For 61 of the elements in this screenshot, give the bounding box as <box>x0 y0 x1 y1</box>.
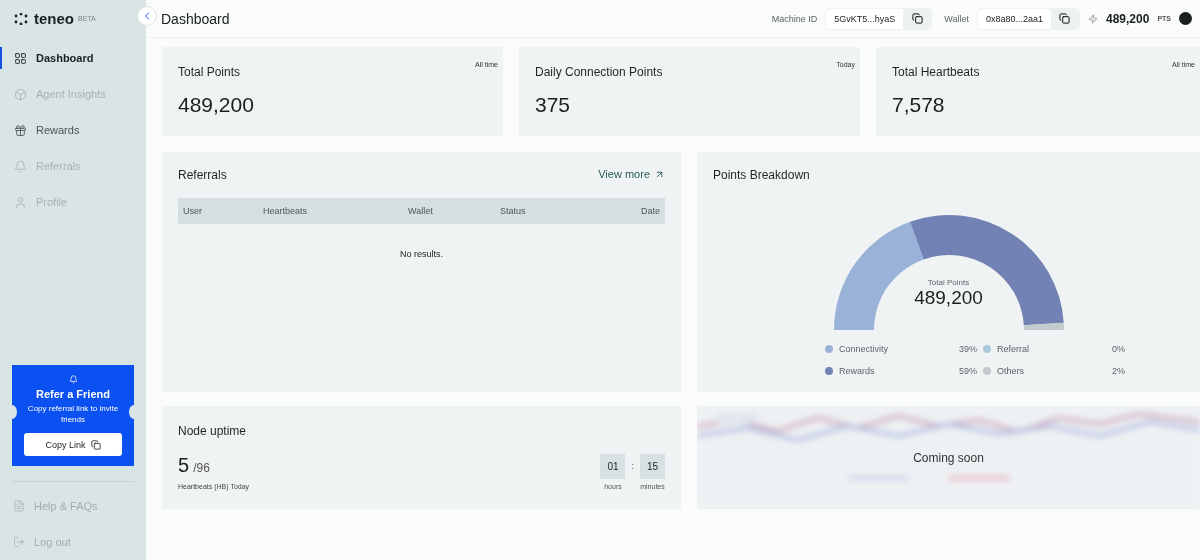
uptime-count: 5 <box>178 454 190 477</box>
view-more-link[interactable]: View more <box>598 168 665 180</box>
legend-percent: 2% <box>1112 366 1125 376</box>
legend-percent: 39% <box>959 344 977 354</box>
logout-icon <box>13 536 25 548</box>
brand-name: teneo <box>34 10 74 27</box>
copy-button[interactable] <box>1051 8 1079 29</box>
column-header: Heartbeats <box>263 206 309 216</box>
user-icon <box>14 195 27 209</box>
stat-title: Total Heartbeats <box>892 65 980 79</box>
copy-link-button[interactable]: Copy Link <box>24 433 122 456</box>
lightning-icon <box>1088 13 1098 24</box>
chart-center-value: 489,200 <box>914 287 983 309</box>
column-header: User <box>183 206 203 216</box>
document-icon <box>13 500 25 512</box>
legend-label: Connectivity <box>839 344 889 354</box>
page-title: Dashboard <box>161 10 231 27</box>
bell-icon <box>68 375 78 385</box>
nav-item[interactable]: Rewards <box>0 119 146 141</box>
column-header: Status <box>500 206 527 216</box>
stat-title: Total Points <box>178 65 241 79</box>
copy-icon <box>911 13 923 24</box>
uptime-total: /96 <box>193 461 210 475</box>
field-value: 0x8a80...2aa1 <box>984 13 1044 24</box>
bell-icon <box>14 159 27 173</box>
copy-icon <box>90 439 101 450</box>
field-label: Machine ID <box>771 13 818 24</box>
sidebar-link[interactable]: Help & FAQs <box>0 488 146 524</box>
logo-icon <box>14 12 30 25</box>
refer-title: Refer a Friend <box>36 388 110 401</box>
avatar[interactable] <box>1179 12 1192 25</box>
card-title: Referrals <box>178 168 227 182</box>
field-value: 5GvKT5...hyaS <box>833 13 897 24</box>
stat-value: 489,200 <box>178 93 255 117</box>
copy-icon <box>1059 13 1071 24</box>
cube-icon <box>14 87 27 101</box>
card-title: Node uptime <box>178 424 248 438</box>
points-total: 489,200 <box>1106 11 1150 26</box>
nav-item[interactable]: Dashboard <box>0 47 146 69</box>
stat-value: 7,578 <box>892 93 946 117</box>
field-label: Wallet <box>944 13 969 24</box>
grid-icon <box>14 51 27 65</box>
stat-title: Daily Connection Points <box>535 65 663 79</box>
chart-center-label: Total Points <box>927 278 970 287</box>
timer-separator: : <box>631 460 634 473</box>
legend-label: Others <box>997 366 1024 376</box>
empty-message: No results. <box>399 249 444 259</box>
legend-percent: 59% <box>959 366 977 376</box>
stat-value: 375 <box>535 93 572 117</box>
copy-button[interactable] <box>903 8 932 29</box>
timer-value: 01 <box>600 454 626 479</box>
timer-value: 15 <box>640 454 665 479</box>
column-header: Wallet <box>408 206 434 216</box>
legend-percent: 0% <box>1112 344 1125 354</box>
refer-text: Copy referral link to invite friends <box>26 404 120 425</box>
legend-label: Rewards <box>839 366 875 376</box>
column-header: Date <box>640 206 660 216</box>
card-title: Points Breakdown <box>713 168 811 182</box>
gift-icon <box>14 123 27 137</box>
coming-soon-text: Coming soon <box>913 450 984 465</box>
legend-label: Referral <box>997 344 1029 354</box>
